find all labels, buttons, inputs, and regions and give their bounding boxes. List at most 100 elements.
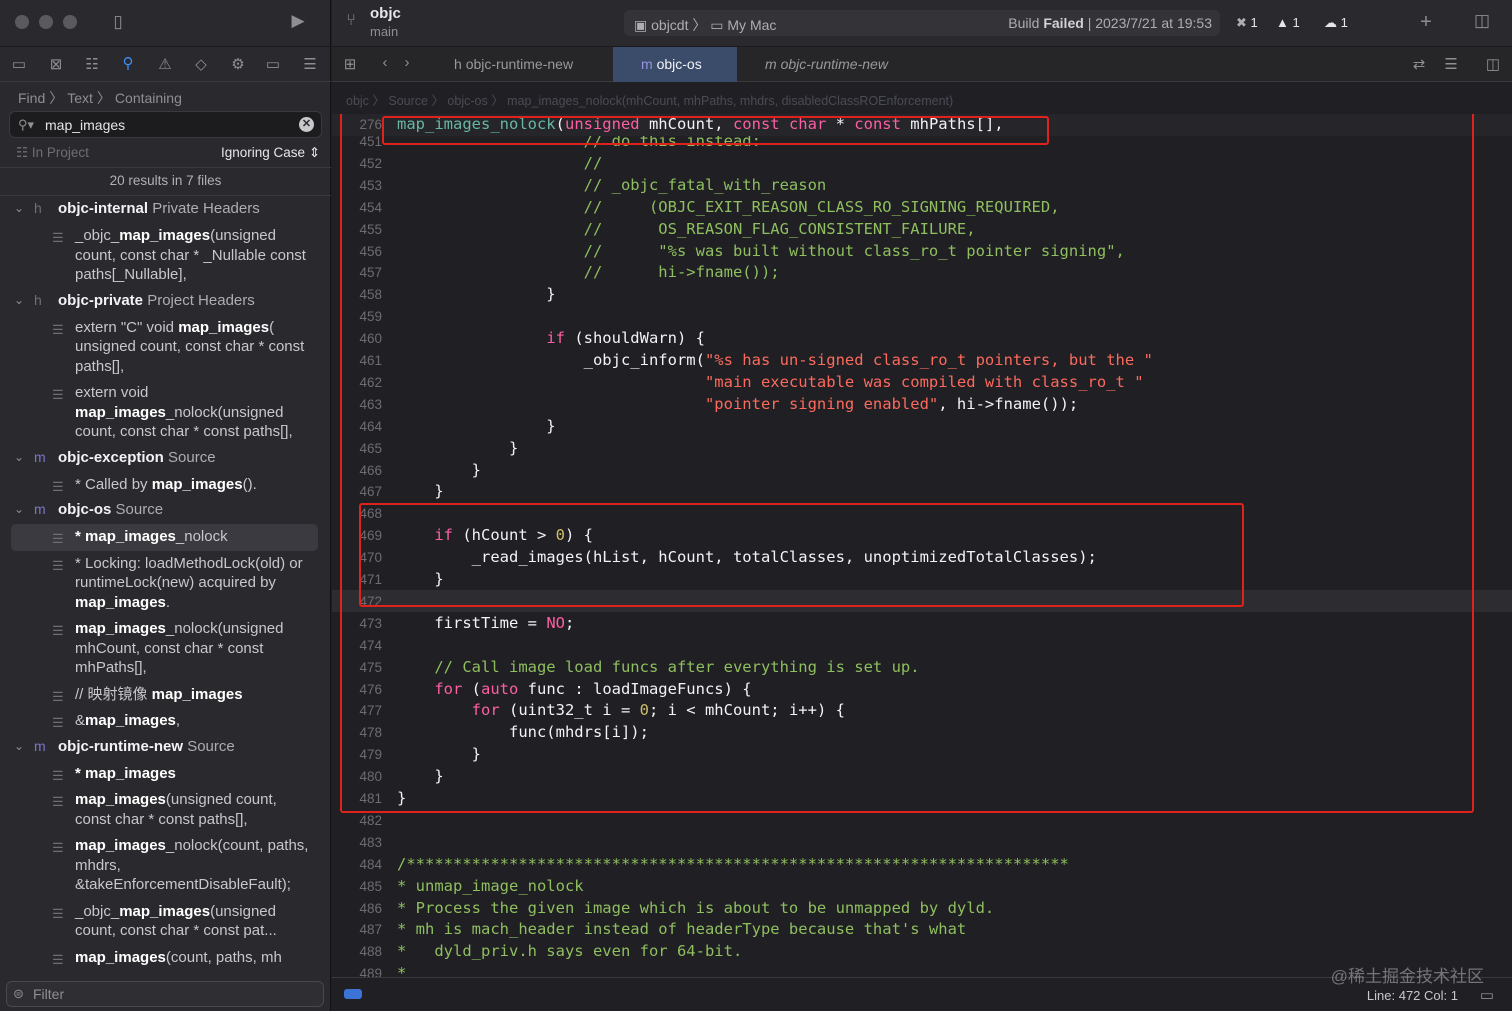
result-file-objc-os[interactable]: ⌄ m objc-os Source	[0, 498, 331, 524]
panel-toggle-icon[interactable]: ▭	[1476, 986, 1498, 1004]
scheme-selector[interactable]: ▣ objcdt 〉 ▭ My Mac	[634, 15, 776, 35]
sidebar-toggle-icon[interactable]: ▯	[107, 12, 129, 32]
result-match[interactable]: ☰ extern void map_images_nolock(unsigned …	[0, 380, 331, 446]
file-name: objc-runtime-new	[58, 737, 184, 755]
result-match-selected[interactable]: ☰ * map_images_nolock	[11, 524, 318, 551]
test-diamond-icon[interactable]: ◇	[190, 55, 212, 73]
find-mode-breadcrumb[interactable]: Find 〉 Text 〉 Containing	[18, 88, 186, 108]
divider	[0, 167, 331, 168]
disclosure-chevron-icon[interactable]: ⌄	[14, 201, 24, 215]
line-match-icon: ☰	[52, 840, 64, 855]
tab-label: objc-os	[656, 56, 702, 72]
source-editor[interactable]: 276 map_images_nolock(unsigned mhCount, …	[332, 114, 1512, 977]
editor-options-icon[interactable]: ☰	[1440, 55, 1462, 73]
tab-label: objc-runtime-new	[780, 56, 888, 72]
objc-source-file-icon: m	[34, 448, 46, 465]
swap-icon[interactable]: ⇄	[1408, 55, 1430, 73]
inspector-toggle-icon[interactable]: ◫	[1471, 11, 1493, 31]
add-icon[interactable]: +	[1415, 11, 1437, 34]
code-line[interactable]: *	[397, 964, 406, 977]
code-line[interactable]: * Process the given image which is about…	[397, 899, 994, 917]
find-mode-containing[interactable]: Containing	[115, 90, 182, 106]
line-number: 486	[359, 900, 382, 916]
result-match[interactable]: ☰ * Called by map_images().	[0, 472, 331, 499]
result-match[interactable]: ☰ _objc_map_images(unsigned count, const …	[0, 899, 331, 945]
symbol-navigator-icon[interactable]: ☷	[81, 55, 103, 73]
match-term: map_images	[75, 593, 166, 611]
source-control-icon[interactable]: ⊠	[45, 55, 67, 73]
run-button-icon[interactable]: ▶	[287, 11, 309, 31]
clear-search-icon[interactable]: ✕	[299, 117, 314, 132]
debug-icon[interactable]: ⚙	[227, 55, 249, 73]
code-line[interactable]: * unmap_image_nolock	[397, 877, 584, 895]
result-file-objc-exception[interactable]: ⌄ m objc-exception Source	[0, 446, 331, 472]
disclosure-chevron-icon[interactable]: ⌄	[14, 293, 24, 307]
project-name[interactable]: objc	[370, 5, 401, 22]
code-line[interactable]: * mh is mach_header instead of headerTyp…	[397, 920, 966, 938]
error-icon: ✖	[1236, 15, 1251, 30]
grid-icon[interactable]: ⊞	[339, 55, 361, 73]
line-number: 484	[359, 856, 382, 872]
line-number: 482	[359, 812, 382, 828]
watermark: @稀土掘金技术社区	[1330, 967, 1484, 986]
forward-icon[interactable]: ›	[396, 54, 418, 71]
xcode-window: ▯ ▶ ▭ ⊠ ☷ ⚲ ⚠ ◇ ⚙ ▭ ☰ Find 〉 Text 〉 Containi…	[0, 0, 1512, 1011]
tab-objc-runtime-new-m[interactable]: m objc-runtime-new	[739, 47, 924, 82]
minimize-window-button[interactable]	[39, 15, 53, 29]
debug-area-toggle-icon[interactable]	[344, 989, 362, 999]
result-match[interactable]: ☰ * map_images	[0, 761, 331, 788]
code-line[interactable]: * dyld_priv.h says even for 64-bit.	[397, 942, 742, 960]
error-count-badge[interactable]: ✖ 1	[1236, 15, 1258, 31]
close-window-button[interactable]	[15, 15, 29, 29]
code-line[interactable]: /***************************************…	[397, 855, 1069, 873]
result-match[interactable]: ☰ &map_images,	[0, 708, 331, 735]
tab-objc-os[interactable]: m objc-os	[613, 47, 737, 82]
toolbar: ⑂ objc main ▣ objcdt 〉 ▭ My Mac Build Fa…	[332, 0, 1512, 46]
warning-count-badge[interactable]: ▲ 1	[1276, 15, 1300, 30]
result-match[interactable]: ☰ _objc_map_images(unsigned count, const …	[0, 223, 331, 289]
match-prefix: &	[75, 712, 86, 729]
search-field[interactable]: ⚲▾ map_images ✕	[9, 111, 322, 138]
activity-viewer[interactable]: ▣ objcdt 〉 ▭ My Mac Build Failed | 2023/…	[624, 10, 1220, 36]
match-suffix: _nolock	[175, 528, 228, 545]
find-navigator-icon[interactable]: ⚲	[117, 54, 139, 72]
match-suffix: (count, paths, mh	[165, 948, 282, 966]
zoom-window-button[interactable]	[63, 15, 77, 29]
filter-field[interactable]: ⊜ Filter	[6, 981, 324, 1007]
result-match[interactable]: ☰ map_images_nolock(unsigned mhCount, con…	[0, 616, 331, 682]
find-mode-text[interactable]: Text	[67, 90, 93, 106]
jump-bar[interactable]: objc 〉 Source 〉 objc-os 〉 map_images_nol…	[332, 82, 1512, 112]
result-file-objc-runtime-new[interactable]: ⌄ m objc-runtime-new Source	[0, 735, 331, 761]
issue-warning-icon[interactable]: ⚠	[154, 55, 176, 73]
tab-objc-runtime-new-h[interactable]: h objc-runtime-new	[428, 47, 611, 82]
result-match[interactable]: ☰ map_images(unsigned count, const char *…	[0, 787, 331, 833]
annotation-box-read-images	[359, 503, 1244, 607]
disclosure-chevron-icon[interactable]: ⌄	[14, 450, 24, 464]
disclosure-chevron-icon[interactable]: ⌄	[14, 502, 24, 516]
disclosure-chevron-icon[interactable]: ⌄	[14, 739, 24, 753]
case-label: Ignoring Case	[221, 145, 306, 160]
search-input[interactable]: map_images	[45, 117, 125, 133]
report-icon[interactable]: ☰	[299, 55, 321, 73]
search-scope[interactable]: ☷ In Project	[16, 145, 89, 161]
case-sensitivity-popup[interactable]: Ignoring Case ⇕	[221, 145, 320, 161]
back-icon[interactable]: ‹	[374, 54, 396, 71]
cloud-icon: ☁	[1324, 15, 1341, 30]
match-suffix: ().	[242, 475, 257, 493]
breakpoint-icon[interactable]: ▭	[262, 55, 284, 73]
result-file-objc-private[interactable]: ⌄ h objc-private Project Headers	[0, 289, 331, 315]
result-match[interactable]: ☰ * Locking: loadMethodLock(old) or runti…	[0, 551, 331, 617]
folder-icon[interactable]: ▭	[8, 55, 30, 73]
result-file-objc-internal[interactable]: ⌄ h objc-internal Private Headers	[0, 197, 331, 223]
result-match[interactable]: ☰ map_images_nolock(count, paths, mhdrs, …	[0, 833, 331, 899]
jump-bar-path: objc 〉 Source 〉 objc-os 〉 map_images_nol…	[346, 94, 954, 108]
branch-icon: ⑂	[346, 12, 356, 29]
find-mode-find[interactable]: Find	[18, 90, 45, 106]
result-match[interactable]: ☰ map_images(count, paths, mh	[0, 945, 331, 972]
match-term: map_images	[178, 318, 270, 336]
cloud-badge[interactable]: ☁ 1	[1324, 15, 1348, 31]
result-match[interactable]: ☰ extern "C" void map_images( unsigned co…	[0, 315, 331, 381]
match-term: map_images	[75, 791, 166, 808]
result-match[interactable]: ☰ // 映射镜像 map_images	[0, 682, 331, 709]
split-editor-icon[interactable]: ◫	[1482, 55, 1504, 73]
